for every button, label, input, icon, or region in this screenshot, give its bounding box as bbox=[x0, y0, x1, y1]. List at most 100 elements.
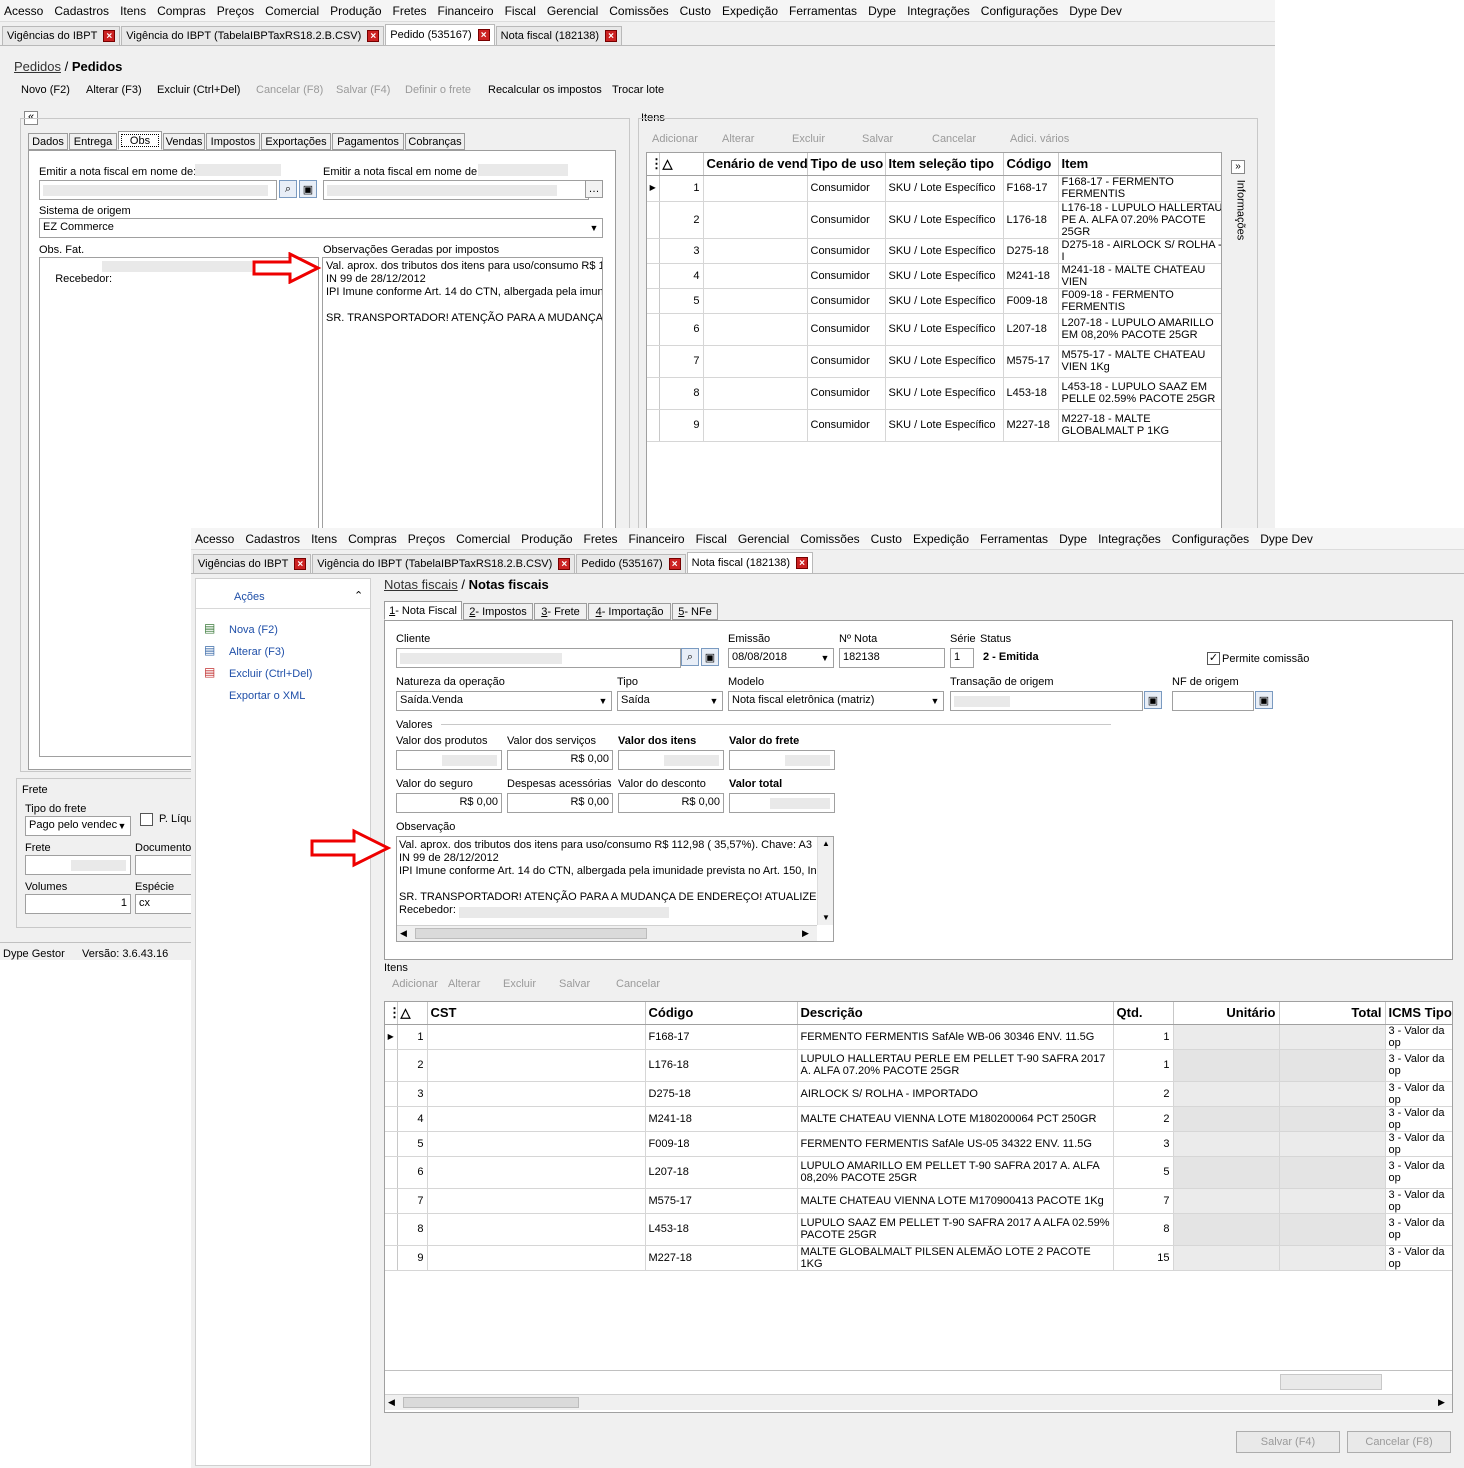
cell-tipo-uso[interactable]: Consumidor bbox=[807, 263, 886, 289]
cell-tipo-uso[interactable]: Consumidor bbox=[807, 288, 886, 314]
menu-ferramentas[interactable]: Ferramentas bbox=[980, 532, 1048, 546]
cell-item-selecao[interactable]: SKU / Lote Específico bbox=[885, 345, 1004, 378]
cell-qtd[interactable]: 1 bbox=[1113, 1049, 1174, 1082]
column-header-total[interactable]: Total bbox=[1279, 1002, 1386, 1025]
form-tab-nfe[interactable]: 5 - NFe bbox=[672, 603, 718, 620]
cell-tipo-uso[interactable]: Consumidor bbox=[807, 313, 886, 346]
doc-tab-vigencias-do-ibpt[interactable]: Vigências do IBPT × bbox=[193, 554, 312, 573]
adicionar-button[interactable]: Adicionar bbox=[392, 978, 438, 990]
cell-cenario[interactable] bbox=[703, 238, 808, 264]
close-icon[interactable]: × bbox=[796, 557, 809, 569]
cell-tipo-uso[interactable]: Consumidor bbox=[807, 201, 886, 239]
menu-comercial[interactable]: Comercial bbox=[265, 4, 319, 18]
cell-unitario[interactable] bbox=[1173, 1156, 1280, 1189]
sort-icon[interactable]: △ bbox=[397, 1002, 428, 1025]
alterar-item-button[interactable]: Alterar bbox=[448, 978, 480, 990]
menu-precos[interactable]: Preços bbox=[217, 4, 254, 18]
natureza-select[interactable]: Saída.Venda ▼ bbox=[396, 691, 612, 711]
salvar-item-button[interactable]: Salvar bbox=[559, 978, 590, 990]
cell-descricao[interactable]: FERMENTO FERMENTIS SafAle WB-06 30346 EN… bbox=[797, 1024, 1114, 1050]
search-icon[interactable]: ⌕ bbox=[279, 180, 297, 198]
emitir-input-1[interactable] bbox=[39, 180, 277, 200]
close-icon[interactable]: × bbox=[103, 30, 116, 42]
cell-codigo[interactable]: F009-18 bbox=[645, 1131, 798, 1157]
cell-descricao[interactable]: MALTE CHATEAU VIENNA LOTE M180200064 PCT… bbox=[797, 1106, 1114, 1132]
column-header-tipo-de-uso[interactable]: Tipo de uso bbox=[807, 153, 886, 176]
doc-tab-vigencia-do-ibpt-tabelaibptaxrs18-2-b-csv[interactable]: Vigência do IBPT (TabelaIBPTaxRS18.2.B.C… bbox=[312, 554, 576, 573]
menu-itens[interactable]: Itens bbox=[311, 532, 337, 546]
menu-configuracoes[interactable]: Configurações bbox=[981, 4, 1058, 18]
form-tab-frete[interactable]: 3 - Frete bbox=[534, 603, 587, 620]
cell-cenario[interactable] bbox=[703, 377, 808, 410]
cell-item-selecao[interactable]: SKU / Lote Específico bbox=[885, 313, 1004, 346]
volumes-input[interactable]: 1 bbox=[25, 894, 131, 914]
valor-frete-input[interactable] bbox=[729, 750, 835, 770]
cell-tipo-uso[interactable]: Consumidor bbox=[807, 238, 886, 264]
doc-tab-vigencia-do-ibpt-tabelaibptaxrs18-2-b-csv[interactable]: Vigência do IBPT (TabelaIBPTaxRS18.2.B.C… bbox=[121, 26, 385, 45]
cell-icms-tipo[interactable]: 3 - Valor da op bbox=[1385, 1156, 1452, 1189]
cell-total[interactable] bbox=[1279, 1188, 1386, 1214]
menu-precos[interactable]: Preços bbox=[408, 532, 445, 546]
frete-input[interactable] bbox=[25, 855, 131, 875]
breadcrumb-link-notas[interactable]: Notas fiscais bbox=[384, 577, 458, 592]
cell-item[interactable]: M241-18 - MALTE CHATEAU VIEN bbox=[1058, 263, 1221, 289]
close-icon[interactable]: × bbox=[558, 558, 571, 570]
exportar-xml-action[interactable]: Exportar o XML bbox=[229, 690, 305, 702]
menu-gerencial[interactable]: Gerencial bbox=[547, 4, 598, 18]
cell-item[interactable]: D275-18 - AIRLOCK S/ ROLHA - I bbox=[1058, 238, 1221, 264]
despesas-input[interactable]: R$ 0,00 bbox=[507, 793, 613, 813]
table-row[interactable]: 8 L453-18 LUPULO SAAZ EM PELLET T-90 SAFRA… bbox=[385, 1213, 1452, 1246]
emissao-date-input[interactable]: 08/08/2018 ▼ bbox=[728, 648, 834, 668]
cell-codigo[interactable]: F009-18 bbox=[1003, 288, 1059, 314]
cell-tipo-uso[interactable]: Consumidor bbox=[807, 377, 886, 410]
column-header-cst[interactable]: CST bbox=[427, 1002, 646, 1025]
cell-qtd[interactable]: 7 bbox=[1113, 1188, 1174, 1214]
close-icon[interactable]: × bbox=[367, 30, 380, 42]
column-header-item-selecao-tipo[interactable]: Item seleção tipo bbox=[885, 153, 1004, 176]
cell-cenario[interactable] bbox=[703, 313, 808, 346]
doc-tab-nota-fiscal-182138[interactable]: Nota fiscal (182138) × bbox=[495, 26, 623, 45]
menu-integracoes[interactable]: Integrações bbox=[1098, 532, 1161, 546]
doc-tab-nota-fiscal-182138[interactable]: Nota fiscal (182138) × bbox=[686, 552, 814, 573]
menu-cadastros[interactable]: Cadastros bbox=[54, 4, 109, 18]
panel-tab-pagamentos[interactable]: Pagamentos bbox=[332, 133, 404, 150]
observacao-hscroll[interactable]: ◀ ▶ bbox=[397, 925, 817, 941]
menu-comercial[interactable]: Comercial bbox=[456, 532, 510, 546]
cell-icms-tipo[interactable]: 3 - Valor da op bbox=[1385, 1024, 1452, 1050]
valor-produtos-input[interactable] bbox=[396, 750, 502, 770]
panel-tab-exportacoes[interactable]: Exportações bbox=[261, 133, 331, 150]
binoculars-icon[interactable]: ▣ bbox=[299, 180, 317, 198]
cell-codigo[interactable]: M575-17 bbox=[1003, 345, 1059, 378]
cell-qtd[interactable]: 2 bbox=[1113, 1081, 1174, 1107]
cancelar-item-button[interactable]: Cancelar bbox=[932, 133, 976, 145]
cell-qtd[interactable]: 2 bbox=[1113, 1106, 1174, 1132]
menu-custo[interactable]: Custo bbox=[871, 532, 902, 546]
cell-total[interactable] bbox=[1279, 1081, 1386, 1107]
table-row[interactable]: 3 D275-18 AIRLOCK S/ ROLHA - IMPORTADO 2 3 -… bbox=[385, 1081, 1452, 1107]
cliente-input[interactable] bbox=[396, 648, 681, 668]
alterar-button[interactable]: Alterar (F3) bbox=[86, 84, 142, 96]
trocar-lote-button[interactable]: Trocar lote bbox=[612, 84, 664, 96]
cell-unitario[interactable] bbox=[1173, 1213, 1280, 1246]
cell-total[interactable] bbox=[1279, 1245, 1386, 1271]
cell-icms-tipo[interactable]: 3 - Valor da op bbox=[1385, 1049, 1452, 1082]
cell-codigo[interactable]: M575-17 bbox=[645, 1188, 798, 1214]
cell-item-selecao[interactable]: SKU / Lote Específico bbox=[885, 377, 1004, 410]
panel-tab-cobrancas[interactable]: Cobranças bbox=[405, 133, 465, 150]
tipo-frete-select[interactable]: Pago pelo vendec ▼ bbox=[25, 816, 131, 836]
table-row[interactable]: 7 Consumidor SKU / Lote Específico M575-17 M… bbox=[647, 345, 1221, 378]
alterar-action[interactable]: Alterar (F3) bbox=[229, 646, 285, 658]
cell-cenario[interactable] bbox=[703, 409, 808, 442]
menu-fiscal[interactable]: Fiscal bbox=[696, 532, 727, 546]
excluir-action[interactable]: Excluir (Ctrl+Del) bbox=[229, 668, 312, 680]
cell-cenario[interactable] bbox=[703, 201, 808, 239]
cell-cst[interactable] bbox=[427, 1024, 646, 1050]
cell-item[interactable]: L453-18 - LUPULO SAAZ EM PELLE 02.59% PA… bbox=[1058, 377, 1221, 410]
menu-dype[interactable]: Dype bbox=[1059, 532, 1087, 546]
cell-total[interactable] bbox=[1279, 1049, 1386, 1082]
table-row[interactable]: 3 Consumidor SKU / Lote Específico D275-18 D… bbox=[647, 238, 1221, 264]
menu-integracoes[interactable]: Integrações bbox=[907, 4, 970, 18]
menu-fretes[interactable]: Fretes bbox=[584, 532, 618, 546]
doc-tab-pedido-535167[interactable]: Pedido (535167) × bbox=[576, 554, 686, 573]
cell-descricao[interactable]: FERMENTO FERMENTIS SafAle US-05 34322 EN… bbox=[797, 1131, 1114, 1157]
